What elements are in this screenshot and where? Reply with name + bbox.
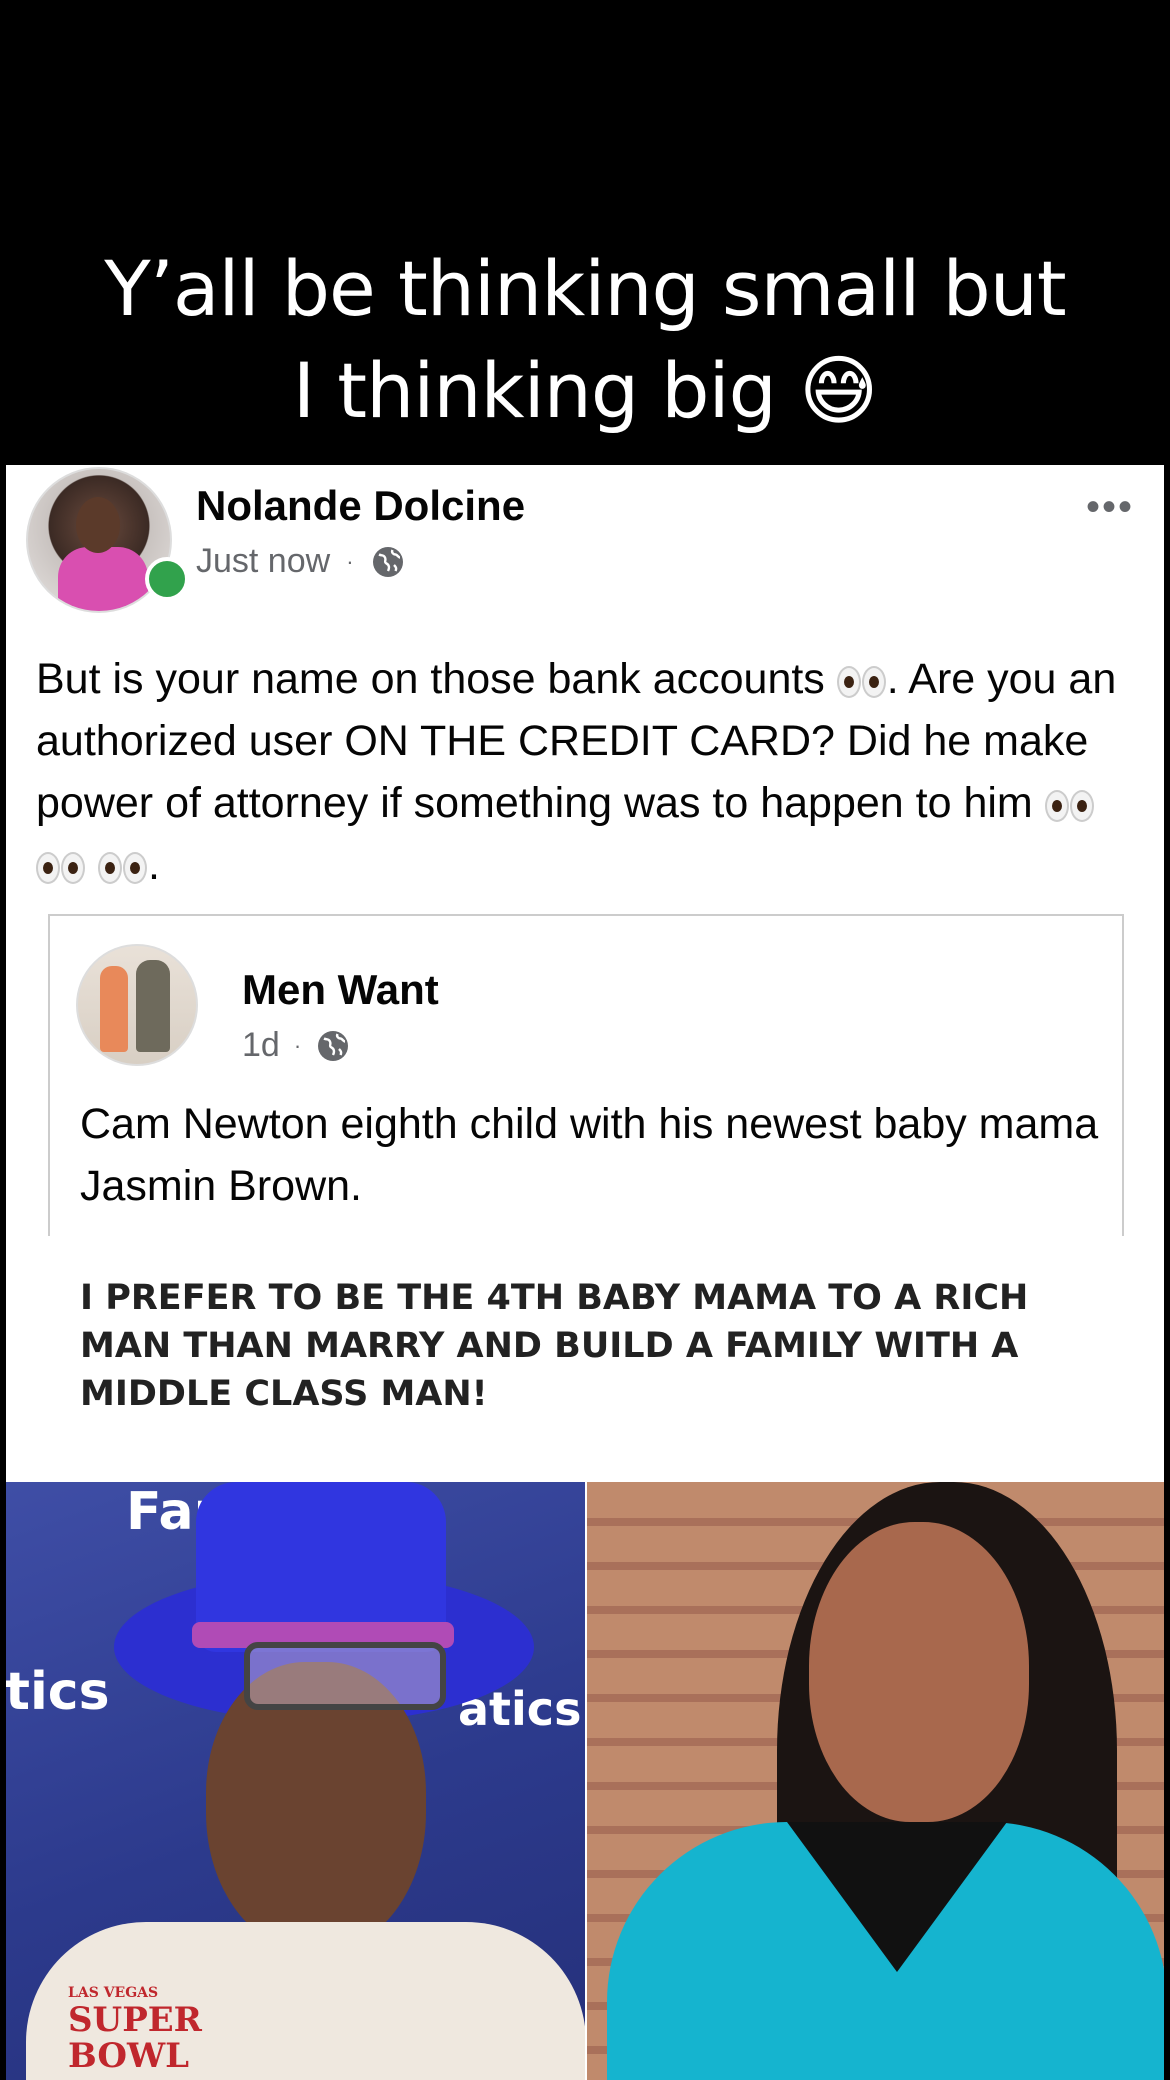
face <box>809 1522 1029 1822</box>
post-text-part-1: But is your name on those bank accounts <box>36 655 837 703</box>
meta-separator: · <box>293 1032 302 1058</box>
globe-icon <box>372 546 403 577</box>
shared-author-avatar[interactable] <box>76 944 198 1066</box>
caption-line-1: Y’all be thinking small but <box>104 244 1066 333</box>
eyes-emoji-icon <box>97 834 148 896</box>
eyes-emoji-icon <box>836 648 887 710</box>
post-meta: Just now · <box>196 542 406 581</box>
caption-line-2: I thinking big 😅 <box>292 346 879 435</box>
online-status-icon <box>145 557 189 601</box>
meme-headline: I PREFER TO BE THE 4TH BABY MAMA TO A RI… <box>80 1278 1029 1414</box>
globe-icon <box>318 1030 349 1061</box>
eyes-emoji-icon <box>36 834 86 896</box>
shared-author-name[interactable]: Men Want <box>242 966 439 1014</box>
eyes-emoji-icon <box>1044 772 1095 834</box>
backdrop-text: atics <box>6 1662 110 1722</box>
video-caption: Y’all be thinking small but I thinking b… <box>0 238 1170 442</box>
post-body: But is your name on those bank accounts … <box>36 648 1136 896</box>
photo-cam-newton[interactable]: Fan atics atics LAS VEGAS SUPER BOWL <box>6 1482 585 2080</box>
photo-jasmin-brown[interactable] <box>587 1482 1164 2080</box>
post-text-part-3: . <box>147 841 160 889</box>
shared-timestamp[interactable]: 1d <box>242 1026 280 1065</box>
shared-post-meta: 1d · <box>242 1026 351 1065</box>
sunglasses <box>244 1642 446 1710</box>
post-timestamp[interactable]: Just now <box>196 542 330 581</box>
shared-post-text: Cam Newton eighth child with his newest … <box>80 1100 1099 1210</box>
author-name[interactable]: Nolande Dolcine <box>196 482 525 530</box>
meta-separator: · <box>346 548 354 574</box>
more-options-icon[interactable]: ••• <box>1086 487 1134 527</box>
jacket-logo: LAS VEGAS SUPER BOWL <box>68 1985 202 2076</box>
